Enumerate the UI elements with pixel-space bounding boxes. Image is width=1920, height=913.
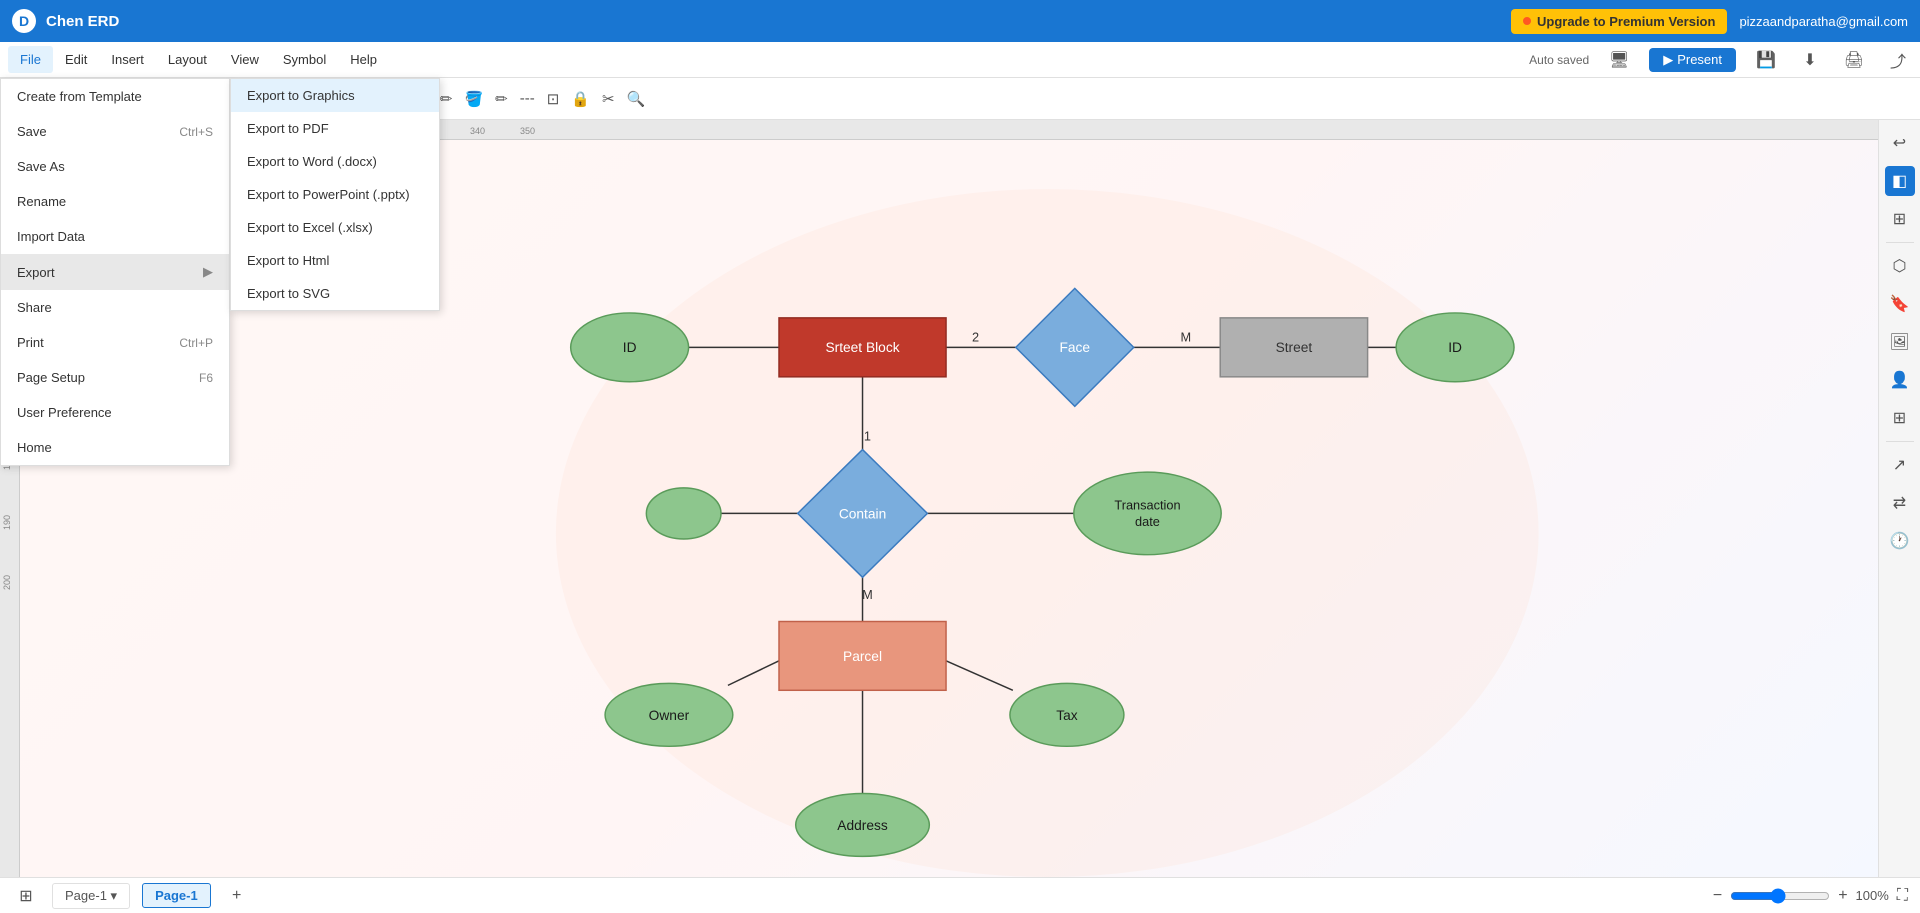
present-button[interactable]: ▶ Present (1649, 48, 1736, 72)
menu-page-setup[interactable]: Page Setup F6 (1, 360, 229, 395)
menu-bar: File Edit Insert Layout View Symbol Help… (0, 42, 1920, 78)
rs-sep-2 (1886, 441, 1914, 442)
undo-btn[interactable]: ↩ (1885, 128, 1915, 158)
svg-text:ID: ID (623, 340, 637, 355)
bottom-bar: ⊞ Page-1 ▾ Page-1 + − + 100% ⛶ (0, 877, 1920, 913)
add-page-button[interactable]: + (223, 882, 251, 910)
menu-save[interactable]: Save Ctrl+S (1, 114, 229, 149)
upgrade-dot (1523, 17, 1531, 25)
svg-text:M: M (1181, 329, 1192, 344)
zoom-plus-btn[interactable]: + (1838, 887, 1847, 905)
app-icon: D (12, 9, 36, 33)
menu-export[interactable]: Export ▶ (1, 254, 229, 290)
print-icon-btn[interactable]: 🖨 (1840, 46, 1868, 74)
auto-saved-label: Auto saved (1529, 53, 1589, 67)
cut-icon[interactable]: ✂ (598, 86, 619, 112)
svg-text:Face: Face (1059, 340, 1090, 355)
link-btn[interactable]: ↗ (1885, 450, 1915, 480)
menu-print[interactable]: Print Ctrl+P (1, 325, 229, 360)
menu-bar-right: Auto saved 🖥 ▶ Present 💾 ⬇ 🖨 ⤴ (1529, 46, 1912, 74)
table-btn[interactable]: ⊞ (1885, 403, 1915, 433)
zoom-slider[interactable] (1730, 888, 1830, 904)
menu-layout[interactable]: Layout (156, 46, 219, 73)
svg-text:2: 2 (972, 329, 979, 344)
menu-help[interactable]: Help (338, 46, 389, 73)
svg-text:date: date (1135, 514, 1160, 529)
export-svg[interactable]: Export to SVG (231, 277, 439, 310)
svg-text:ID: ID (1448, 340, 1462, 355)
menu-user-preference[interactable]: User Preference (1, 395, 229, 430)
history-btn[interactable]: 🕐 (1885, 526, 1915, 556)
connect-btn[interactable]: ⇄ (1885, 488, 1915, 518)
grid-btn[interactable]: ⊞ (1885, 204, 1915, 234)
layers-btn[interactable]: ◧ (1885, 166, 1915, 196)
menu-rename[interactable]: Rename (1, 184, 229, 219)
export-pdf[interactable]: Export to PDF (231, 112, 439, 145)
export-graphics[interactable]: Export to Graphics (231, 79, 439, 112)
dash-icon[interactable]: --- (516, 86, 539, 111)
share-icon-btn[interactable]: ⤴ (1884, 46, 1912, 74)
upgrade-button[interactable]: Upgrade to Premium Version (1511, 9, 1727, 34)
menu-file[interactable]: File (8, 46, 53, 73)
menu-home[interactable]: Home (1, 430, 229, 465)
rs-sep-1 (1886, 242, 1914, 243)
svg-text:M: M (862, 587, 873, 602)
svg-text:190: 190 (2, 515, 12, 530)
menu-insert[interactable]: Insert (99, 46, 156, 73)
svg-text:Contain: Contain (839, 506, 886, 521)
search-icon[interactable]: 🔍 (623, 86, 650, 112)
export-word[interactable]: Export to Word (.docx) (231, 145, 439, 178)
crop-icon[interactable]: ⊡ (543, 86, 564, 112)
top-bar-right: Upgrade to Premium Version pizzaandparat… (1511, 9, 1908, 34)
zoom-level-label: 100% (1856, 888, 1889, 903)
export-submenu: Export to Graphics Export to PDF Export … (230, 78, 440, 311)
download-icon-btn[interactable]: ⬇ (1796, 46, 1824, 74)
svg-text:1: 1 (864, 429, 871, 444)
top-bar: D Chen ERD Upgrade to Premium Version pi… (0, 0, 1920, 42)
person-btn[interactable]: 👤 (1885, 365, 1915, 395)
page-indicator[interactable]: Page-1 ▾ (52, 883, 130, 909)
top-bar-left: D Chen ERD (12, 9, 119, 33)
svg-text:Owner: Owner (649, 708, 690, 723)
menu-edit[interactable]: Edit (53, 46, 99, 73)
menu-symbol[interactable]: Symbol (271, 46, 338, 73)
svg-text:Transaction: Transaction (1114, 497, 1180, 512)
svg-text:200: 200 (2, 575, 12, 590)
screen-icon-btn[interactable]: 🖥 (1605, 46, 1633, 74)
pencil-icon[interactable]: ✏ (491, 86, 512, 112)
zoom-minus-btn[interactable]: − (1713, 887, 1722, 905)
menu-save-as[interactable]: Save As (1, 149, 229, 184)
svg-text:Tax: Tax (1056, 708, 1078, 723)
page-panel-toggle[interactable]: ⊞ (12, 882, 40, 910)
page-name-tab[interactable]: Page-1 (142, 883, 211, 908)
menu-import-data[interactable]: Import Data (1, 219, 229, 254)
lock-icon[interactable]: 🔒 (567, 86, 594, 112)
photo-btn[interactable]: 🖼 (1885, 327, 1915, 357)
menu-share[interactable]: Share (1, 290, 229, 325)
zoom-control: − + 100% ⛶ (1713, 887, 1908, 905)
svg-text:Parcel: Parcel (843, 649, 882, 664)
app-title: Chen ERD (46, 13, 119, 30)
user-email: pizzaandparatha@gmail.com (1739, 14, 1908, 29)
svg-text:Address: Address (837, 818, 888, 833)
save-icon-btn[interactable]: 💾 (1752, 46, 1780, 74)
fill-icon[interactable]: 🪣 (460, 86, 487, 112)
export-html[interactable]: Export to Html (231, 244, 439, 277)
export-powerpoint[interactable]: Export to PowerPoint (.pptx) (231, 178, 439, 211)
shapes-btn[interactable]: ⬡ (1885, 251, 1915, 281)
svg-text:340: 340 (470, 126, 485, 136)
bookmark-btn[interactable]: 🔖 (1885, 289, 1915, 319)
svg-text:Srteet Block: Srteet Block (825, 340, 899, 355)
export-excel[interactable]: Export to Excel (.xlsx) (231, 211, 439, 244)
svg-text:350: 350 (520, 126, 535, 136)
menu-view[interactable]: View (219, 46, 271, 73)
fullscreen-btn[interactable]: ⛶ (1897, 887, 1908, 905)
svg-text:Street: Street (1276, 340, 1313, 355)
file-dropdown: Create from Template Save Ctrl+S Save As… (0, 78, 230, 466)
right-sidebar: ↩ ◧ ⊞ ⬡ 🔖 🖼 👤 ⊞ ↗ ⇄ 🕐 (1878, 120, 1920, 877)
menu-create-template[interactable]: Create from Template (1, 79, 229, 114)
